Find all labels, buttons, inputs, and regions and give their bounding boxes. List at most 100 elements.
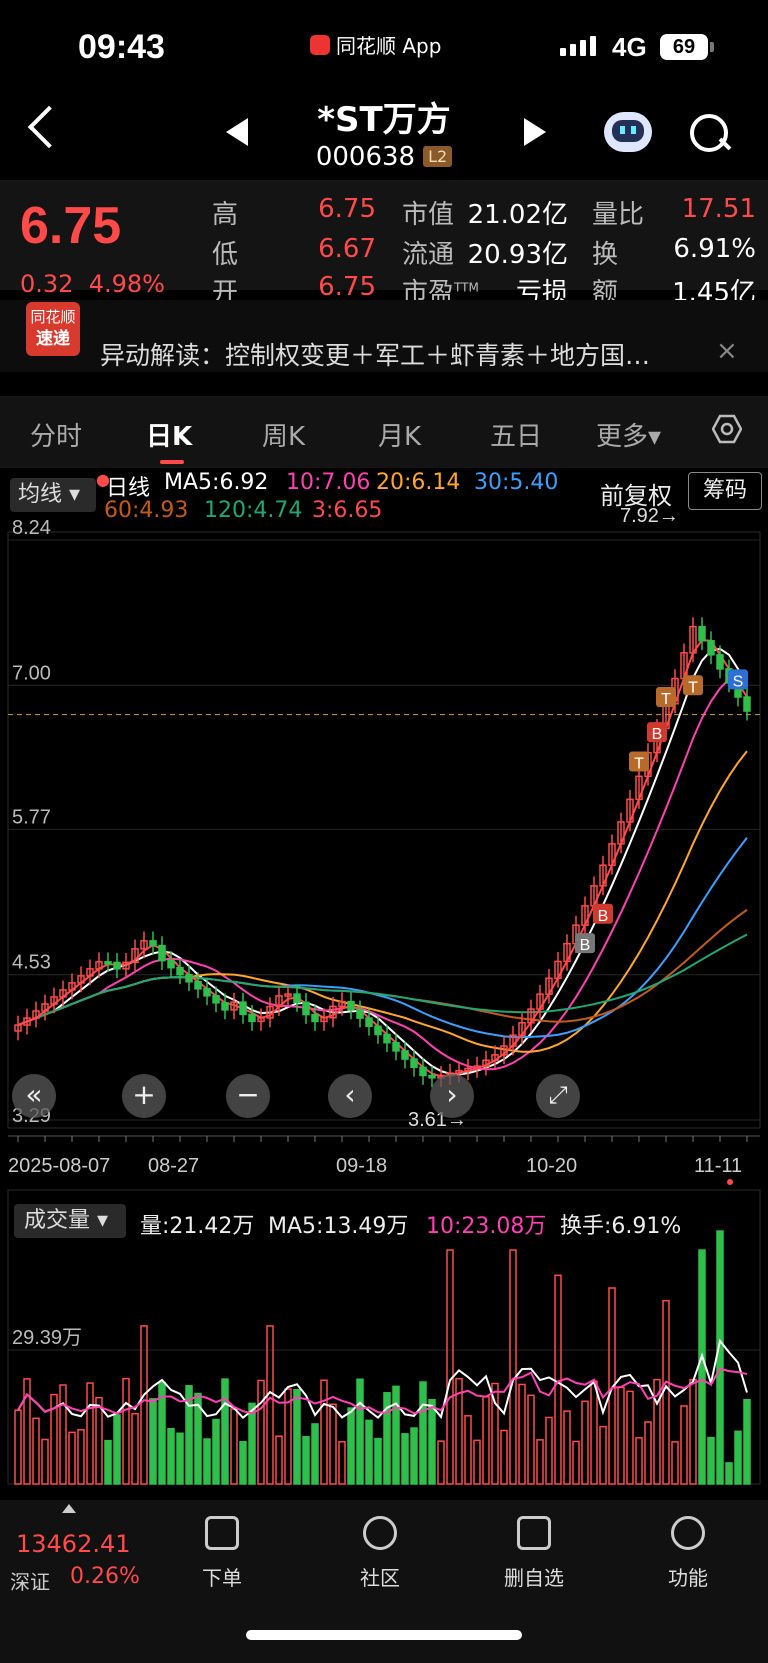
volume-bar: [257, 1379, 265, 1485]
candle-body: [176, 966, 184, 976]
volume-bar: [581, 1400, 589, 1485]
ma60-line: [17, 909, 748, 1027]
status-time: 09:43: [78, 28, 165, 66]
assistant-robot-icon[interactable]: [604, 112, 652, 152]
news-text[interactable]: 异动解读：控制权变更＋军工＋虾青素＋地方国…: [100, 336, 650, 372]
index-value[interactable]: 13462.41: [16, 1530, 131, 1558]
stat-label-mktcap: 市值: [402, 200, 455, 230]
volume-bar: [104, 1439, 112, 1485]
x-tick-label: 11-11: [694, 1155, 742, 1177]
volume-bar: [302, 1435, 310, 1485]
candle-body: [293, 993, 301, 1004]
settings-hex-icon[interactable]: [712, 414, 742, 444]
tab-monthly-k[interactable]: 月K: [378, 416, 421, 453]
vol-ma5: MA5:13.49万: [268, 1214, 409, 1239]
nav-community[interactable]: 社区: [340, 1516, 420, 1591]
tab-intraday[interactable]: 分时: [30, 416, 82, 453]
signal-label: B: [652, 726, 663, 743]
legend-ma10: 10:7.06: [286, 470, 371, 495]
ma10-line: [17, 670, 748, 1071]
candle-body: [365, 1017, 373, 1028]
news-badge: 同花顺 速递: [26, 302, 80, 356]
volume-bar: [329, 1403, 337, 1485]
signal-label: T: [634, 755, 644, 772]
volume-bar: [590, 1380, 598, 1485]
stat-label-high: 高: [212, 200, 239, 230]
remove-watch-icon: [517, 1516, 551, 1550]
nav-order[interactable]: 下单: [182, 1516, 262, 1591]
fullscreen-button[interactable]: ⤢: [536, 1074, 580, 1118]
volume-bar: [446, 1249, 454, 1485]
volume-bar: [410, 1427, 418, 1485]
volume-select[interactable]: 成交量 ▾: [14, 1204, 126, 1238]
search-icon[interactable]: [690, 114, 728, 152]
candle-body: [158, 944, 166, 962]
home-indicator: [246, 1630, 522, 1640]
volume-bar: [293, 1388, 301, 1485]
kline-chart[interactable]: 8.247.005.774.533.297.92→3.61→BBTBTTS202…: [0, 466, 768, 1500]
volume-bar: [356, 1378, 364, 1485]
volume-ma10-line: [17, 1367, 748, 1415]
volume-bar: [32, 1417, 40, 1485]
y-tick-label: 7.00: [12, 662, 51, 684]
volume-bar: [689, 1378, 697, 1485]
ma-select[interactable]: 均线 ▾: [10, 478, 96, 512]
app-name: 同花顺 App: [336, 34, 442, 58]
level2-badge: L2: [423, 146, 453, 167]
nav-menu[interactable]: 功能: [648, 1516, 728, 1591]
today-dot: [727, 1179, 733, 1185]
volume-bar: [212, 1418, 220, 1485]
candle-body: [104, 961, 112, 965]
volume-bar: [680, 1405, 688, 1485]
ma30-line: [17, 836, 748, 1039]
candle-body: [410, 1058, 418, 1069]
signal-label: S: [733, 673, 744, 690]
volume-bar: [401, 1433, 409, 1485]
tab-weekly-k[interactable]: 周K: [262, 416, 305, 453]
price-change: 0.32 4.98%: [20, 270, 165, 298]
tab-five-day[interactable]: 五日: [490, 416, 542, 453]
y-tick-label: 8.24: [12, 517, 51, 539]
vol-ma10: 10:23.08万: [426, 1214, 547, 1239]
scroll-right-button[interactable]: ›: [430, 1074, 474, 1118]
scroll-left-button[interactable]: ‹: [328, 1074, 372, 1118]
candle-body: [428, 1074, 436, 1079]
zoom-out-button[interactable]: −: [226, 1074, 270, 1118]
volume-bar: [320, 1379, 328, 1485]
index-expand-icon[interactable]: [62, 1504, 76, 1513]
legend-ma20: 20:6.14: [376, 470, 461, 495]
candle-body: [149, 940, 157, 947]
news-close-icon[interactable]: ×: [716, 336, 738, 366]
candle-body: [698, 625, 706, 642]
tab-more[interactable]: 更多▾: [596, 416, 661, 453]
volume-bar: [743, 1398, 751, 1485]
volume-bar: [86, 1382, 94, 1485]
volume-bar: [509, 1249, 517, 1485]
candle-body: [356, 1009, 364, 1019]
chip-button[interactable]: 筹码: [688, 472, 762, 510]
y-tick-label: 4.53: [12, 952, 51, 974]
volume-bar: [149, 1398, 157, 1485]
legend-ma60: 60:4.93: [104, 498, 189, 523]
volume-bar: [572, 1440, 580, 1485]
stat-label-low: 低: [212, 240, 239, 270]
x-tick-label: 10-20: [526, 1155, 577, 1177]
nav-remove-watch[interactable]: 删自选: [494, 1516, 574, 1591]
volume-bar: [14, 1409, 22, 1485]
next-stock-icon[interactable]: [524, 118, 546, 146]
ma20-line: [17, 750, 748, 1053]
candle-body: [374, 1025, 382, 1036]
candle-body: [392, 1041, 400, 1052]
nav-menu-label: 功能: [668, 1566, 708, 1590]
volume-bar: [464, 1415, 472, 1485]
zoom-in-button[interactable]: +: [122, 1074, 166, 1118]
volume-bar: [707, 1436, 715, 1485]
candle-body: [401, 1050, 409, 1060]
battery-tip: [710, 42, 714, 52]
adjust-mode[interactable]: 前复权: [600, 476, 672, 511]
scroll-start-button[interactable]: «: [12, 1074, 56, 1118]
signal-label: B: [598, 908, 609, 925]
tab-daily-k[interactable]: 日K: [146, 416, 192, 453]
candle-body: [716, 654, 724, 670]
volume-bar: [428, 1398, 436, 1485]
